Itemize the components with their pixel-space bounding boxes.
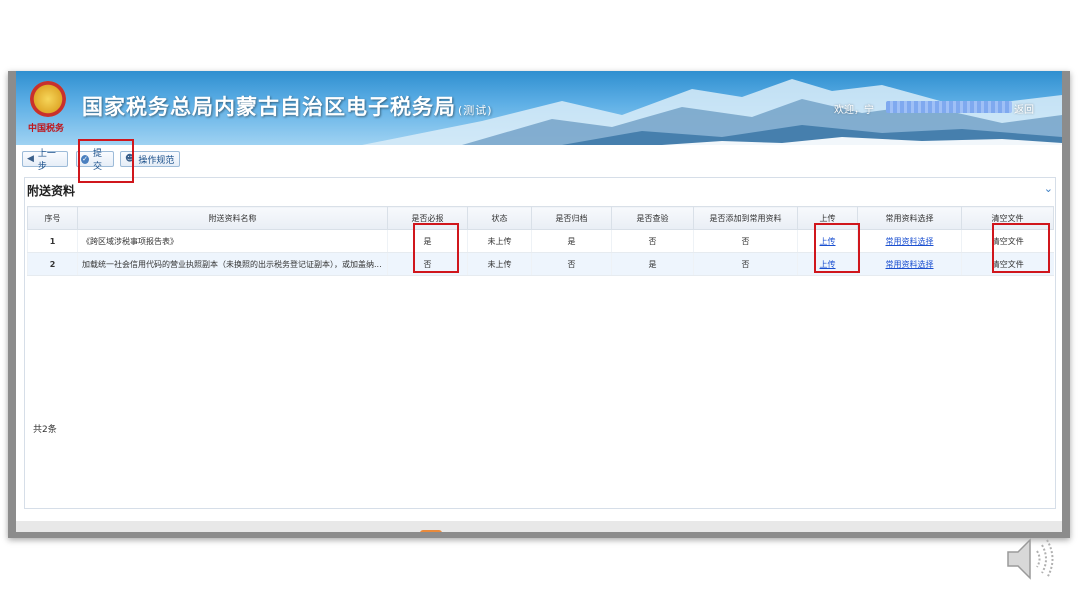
row-verified: 否	[611, 229, 694, 253]
col-header-required: 是否必报	[387, 206, 468, 230]
col-header-name: 附送资料名称	[77, 206, 388, 230]
welcome-text: 欢迎，宁	[834, 105, 874, 116]
col-header-archived: 是否归档	[531, 206, 612, 230]
guide-label: 操作规范	[138, 155, 175, 166]
row-seq: 2	[27, 252, 78, 276]
guide-button[interactable]: ☻ 操作规范	[120, 151, 180, 167]
people-icon: ☻	[125, 154, 135, 164]
row-status: 未上传	[467, 229, 532, 253]
emblem-caption: 中国税务	[28, 124, 65, 134]
row-upload-cell: 上传	[797, 229, 858, 253]
upload-link[interactable]: 上传	[820, 260, 836, 269]
arrow-left-icon: ◀	[27, 154, 34, 164]
submit-label: 提交	[93, 149, 103, 172]
row-upload-cell: 上传	[797, 252, 858, 276]
common-select-link[interactable]: 常用资料选择	[886, 237, 934, 246]
attachments-table: 序号 附送资料名称 是否必报 状态 是否归档 是否查验 是否添加到常用资料 上传…	[27, 206, 1054, 276]
common-select-link[interactable]: 常用资料选择	[886, 260, 934, 269]
record-count: 共2条	[33, 425, 57, 435]
test-tag: (测试)	[458, 104, 493, 117]
masked-username	[886, 101, 1012, 113]
col-header-seq: 序号	[27, 206, 78, 230]
row-status: 未上传	[467, 252, 532, 276]
row-add-common: 否	[693, 252, 798, 276]
prev-step-button[interactable]: ◀ 上一步	[22, 149, 68, 172]
clear-file-button[interactable]: 清空文件	[992, 260, 1024, 269]
row-verified: 是	[611, 252, 694, 276]
row-name: 加载统一社会信用代码的营业执照副本（未换照的出示税务登记证副本），或加盖纳...	[77, 252, 388, 276]
col-header-verified: 是否查验	[611, 206, 694, 230]
row-clear-cell: 清空文件	[961, 252, 1054, 276]
row-required: 否	[387, 252, 468, 276]
row-add-common: 否	[693, 229, 798, 253]
attachments-panel: 附送资料 ⌄ 序号 附送资料名称 是否必报 状态 是否归档 是否查验 是否添加到…	[24, 177, 1056, 509]
site-banner: 中国税务 国家税务总局内蒙古自治区电子税务局 (测试) 欢迎，宁 返回	[16, 71, 1062, 145]
table-row: 2 加载统一社会信用代码的营业执照副本（未换照的出示税务登记证副本），或加盖纳.…	[27, 252, 1054, 276]
browser-screen: 中国税务 国家税务总局内蒙古自治区电子税务局 (测试) 欢迎，宁 返回 ◀ 上一步…	[16, 71, 1062, 532]
row-required: 是	[387, 229, 468, 253]
check-circle-icon: ✓	[81, 154, 89, 164]
row-clear-cell: 清空文件	[961, 229, 1054, 253]
row-archived: 是	[531, 229, 612, 253]
row-common-select-cell: 常用资料选择	[857, 229, 962, 253]
prev-step-label: 上一步	[37, 149, 56, 172]
row-common-select-cell: 常用资料选择	[857, 252, 962, 276]
bottom-bar	[16, 521, 1062, 532]
col-header-add-common: 是否添加到常用资料	[693, 206, 798, 230]
col-header-status: 状态	[467, 206, 532, 230]
row-name: 《跨区域涉税事项报告表》	[77, 229, 388, 253]
col-header-clear: 清空文件	[961, 206, 1054, 230]
chevron-down-icon[interactable]: ⌄	[1044, 182, 1053, 195]
col-header-common-select: 常用资料选择	[857, 206, 962, 230]
table-header-row: 序号 附送资料名称 是否必报 状态 是否归档 是否查验 是否添加到常用资料 上传…	[27, 206, 1054, 230]
progress-indicator	[420, 530, 442, 532]
clear-file-button[interactable]: 清空文件	[992, 237, 1024, 246]
national-emblem-icon	[30, 81, 66, 117]
submit-button[interactable]: ✓ 提交	[76, 149, 114, 172]
panel-title: 附送资料	[27, 184, 76, 198]
toolbar: ◀ 上一步 ✓ 提交 ☻ 操作规范	[16, 145, 1062, 173]
row-archived: 否	[531, 252, 612, 276]
speaker-icon[interactable]	[1004, 534, 1060, 584]
col-header-upload: 上传	[797, 206, 858, 230]
site-title-text: 国家税务总局内蒙古自治区电子税务局	[82, 95, 456, 119]
upload-link[interactable]: 上传	[820, 237, 836, 246]
table-row: 1 《跨区域涉税事项报告表》 是 未上传 是 否 否 上传 常用资料选择 清空文…	[27, 229, 1054, 253]
slide-frame: 中国税务 国家税务总局内蒙古自治区电子税务局 (测试) 欢迎，宁 返回 ◀ 上一步…	[8, 71, 1070, 538]
back-link[interactable]: 返回	[1014, 101, 1034, 116]
site-title: 国家税务总局内蒙古自治区电子税务局 (测试)	[82, 91, 493, 121]
row-seq: 1	[27, 229, 78, 253]
